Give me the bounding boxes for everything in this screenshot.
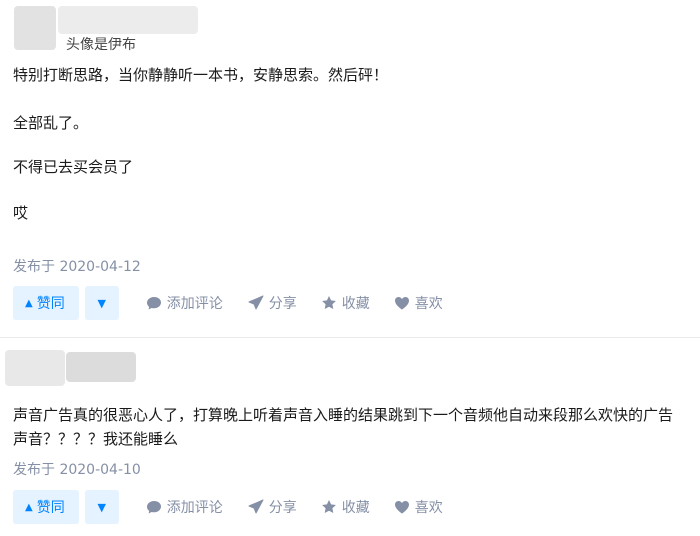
like-button[interactable]: 喜欢 xyxy=(394,497,443,517)
star-icon xyxy=(321,500,336,513)
favorite-button[interactable]: 收藏 xyxy=(321,497,370,517)
like-label: 喜欢 xyxy=(414,296,443,312)
vote-down-button[interactable]: ▼ xyxy=(84,286,119,320)
vote-up-button[interactable]: ▲ 赞同 xyxy=(13,490,79,524)
vote-up-label: 赞同 xyxy=(36,296,65,312)
answer-divider xyxy=(0,337,700,338)
add-comment-button[interactable]: 添加评论 xyxy=(146,497,223,517)
comment-icon xyxy=(146,297,161,310)
author-header-blurred xyxy=(58,6,198,34)
send-icon xyxy=(248,499,264,514)
answer-paragraph: 全部乱了。 xyxy=(13,114,89,132)
share-button[interactable]: 分享 xyxy=(248,497,297,517)
avatar[interactable] xyxy=(14,6,56,50)
star-icon xyxy=(321,296,336,309)
vote-up-button[interactable]: ▲ 赞同 xyxy=(13,286,79,320)
answer-paragraph: 不得已去买会员了 xyxy=(13,158,134,176)
answer-paragraph: 哎 xyxy=(13,204,29,222)
favorite-label: 收藏 xyxy=(341,500,370,516)
share-label: 分享 xyxy=(268,500,297,516)
action-bar: ▲ 赞同 ▼ 添加评论 分享 收藏 喜欢 xyxy=(13,490,443,524)
publish-date[interactable]: 发布于 2020-04-12 xyxy=(13,256,141,276)
author-name[interactable]: 头像是伊布 xyxy=(66,34,136,54)
send-icon xyxy=(248,295,264,310)
upvote-triangle-icon: ▲ xyxy=(25,501,33,513)
share-button[interactable]: 分享 xyxy=(248,293,297,313)
vote-down-button[interactable]: ▼ xyxy=(84,490,119,524)
heart-icon xyxy=(394,297,409,310)
publish-date[interactable]: 发布于 2020-04-10 xyxy=(13,459,141,479)
answer-paragraph: 声音广告真的很恶心人了，打算晚上听着声音入睡的结果跳到下一个音频他自动来段那么欢… xyxy=(13,406,674,448)
avatar[interactable] xyxy=(5,350,65,386)
vote-up-label: 赞同 xyxy=(36,500,65,516)
comment-icon xyxy=(146,501,161,514)
author-header-blurred xyxy=(66,352,136,382)
answer-paragraph: 特别打断思路，当你静静听一本书，安静思索。然后砰！ xyxy=(13,66,389,84)
action-bar: ▲ 赞同 ▼ 添加评论 分享 收藏 喜欢 xyxy=(13,286,443,320)
favorite-button[interactable]: 收藏 xyxy=(321,293,370,313)
add-comment-label: 添加评论 xyxy=(166,500,223,516)
upvote-triangle-icon: ▲ xyxy=(25,297,33,309)
favorite-label: 收藏 xyxy=(341,296,370,312)
add-comment-button[interactable]: 添加评论 xyxy=(146,293,223,313)
like-button[interactable]: 喜欢 xyxy=(394,293,443,313)
add-comment-label: 添加评论 xyxy=(166,296,223,312)
share-label: 分享 xyxy=(268,296,297,312)
like-label: 喜欢 xyxy=(414,500,443,516)
heart-icon xyxy=(394,501,409,514)
